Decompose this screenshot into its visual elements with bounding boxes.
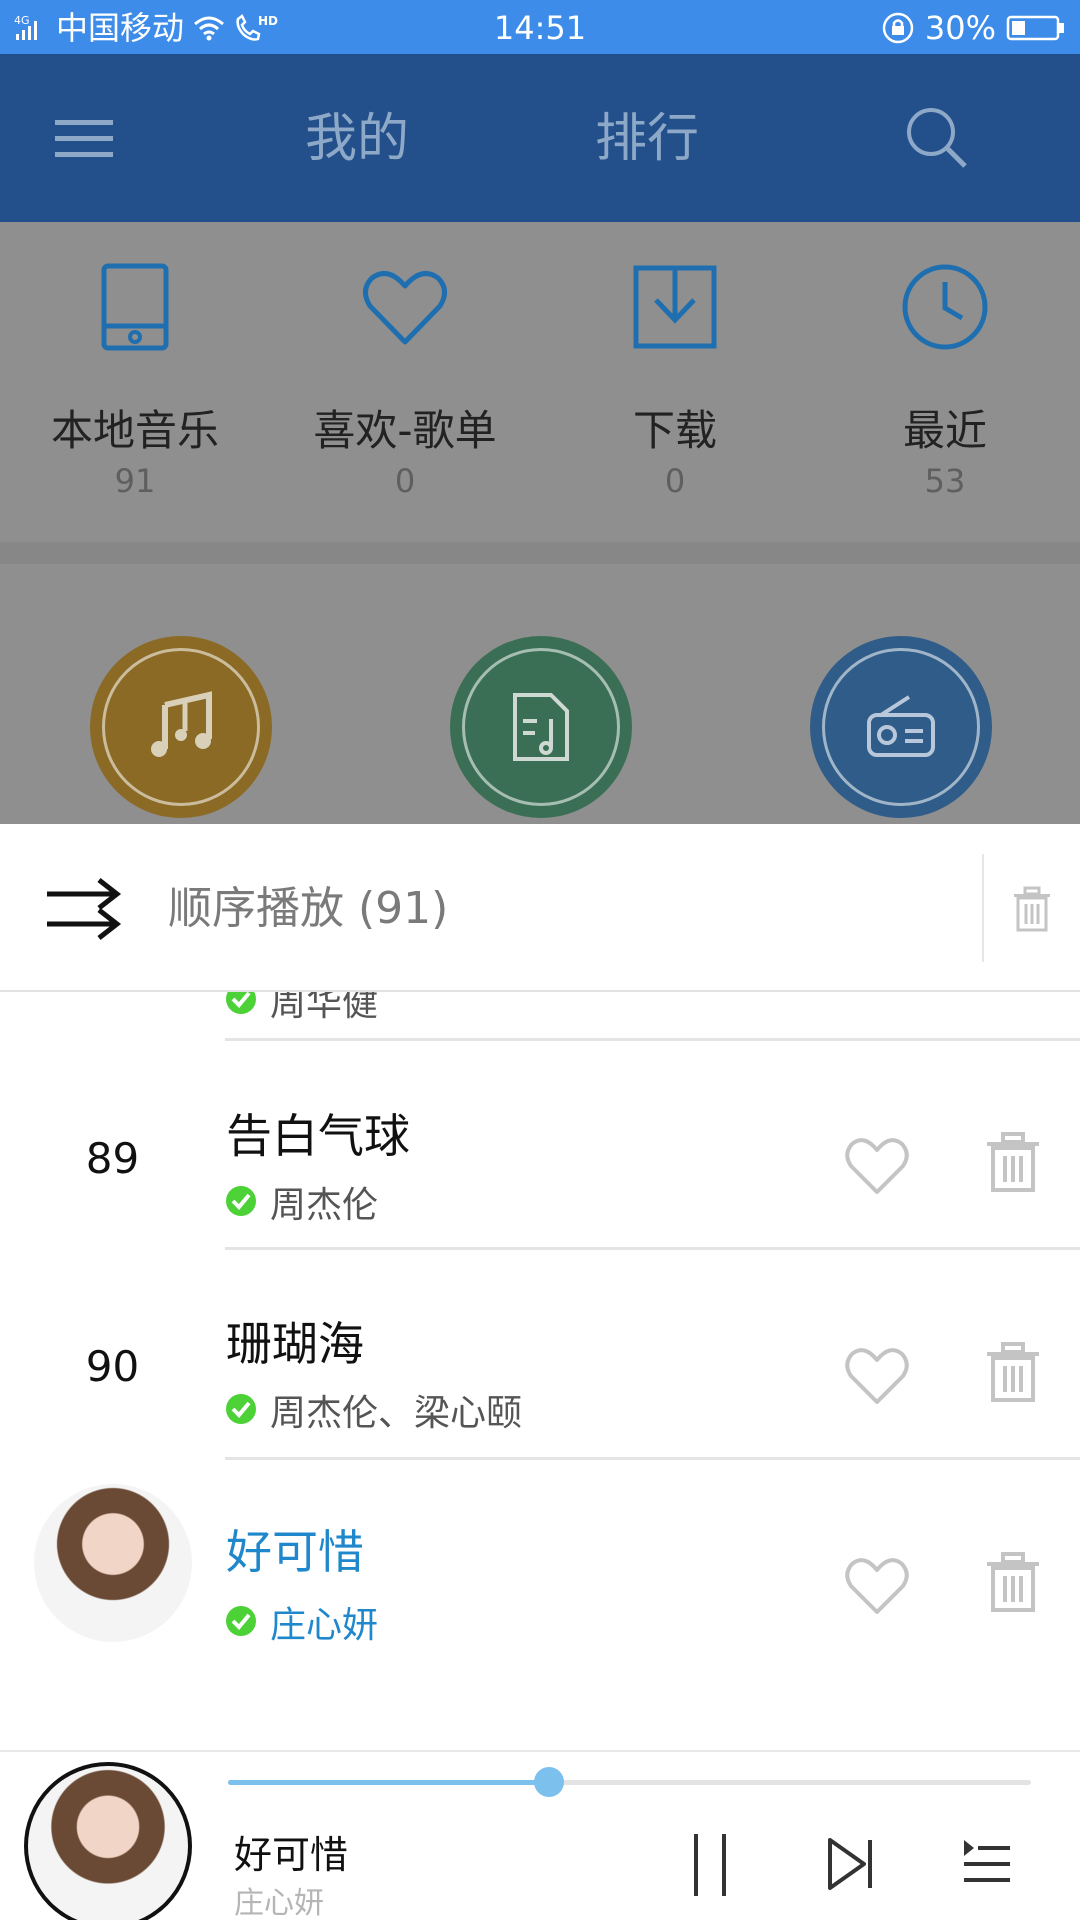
shortcut-count: 53 xyxy=(924,462,966,500)
song-title: 好可惜 xyxy=(226,1525,364,1579)
radio-icon xyxy=(867,695,935,757)
rotation-lock-icon xyxy=(882,12,914,44)
next-track-icon[interactable] xyxy=(826,1836,876,1892)
status-bar: 4G 中国移动 HD 14:51 30% xyxy=(0,0,1080,54)
tablet-icon xyxy=(101,263,169,351)
shortcut-count: 0 xyxy=(394,462,416,500)
song-title: 告白气球 xyxy=(226,1109,410,1163)
song-title: 珊瑚海 xyxy=(226,1317,364,1371)
header-divider xyxy=(982,854,984,962)
shortcut-label: 最近 xyxy=(902,406,987,455)
status-right: 30% xyxy=(881,8,1066,48)
shortcut-recent[interactable]: 最近 53 xyxy=(810,222,1080,542)
shortcut-favorites[interactable]: 喜欢-歌单 0 xyxy=(270,222,540,542)
song-artist: 周杰伦 xyxy=(270,1185,379,1226)
tab-rank[interactable]: 排行 xyxy=(595,104,699,174)
song-number: 89 xyxy=(85,1134,140,1183)
tab-mine[interactable]: 我的 xyxy=(305,104,409,174)
heart-icon xyxy=(363,271,447,345)
clear-playlist-icon[interactable] xyxy=(1012,886,1052,932)
playlist-row[interactable]: 90 珊瑚海 周杰伦、梁心颐 xyxy=(0,1250,1080,1460)
shortcut-count: 91 xyxy=(114,462,156,500)
battery-percent: 30% xyxy=(924,9,996,47)
downloaded-check-icon xyxy=(226,1606,256,1636)
shortcut-count: 0 xyxy=(664,462,686,500)
shortcut-grid: 本地音乐 91 喜欢-歌单 0 下载 0 最近 53 xyxy=(0,222,1080,542)
pause-icon[interactable] xyxy=(690,1832,730,1898)
shortcut-label: 喜欢-歌单 xyxy=(313,406,497,455)
favorite-heart-icon[interactable] xyxy=(843,1554,911,1616)
feature-circle-radio[interactable] xyxy=(810,636,992,818)
downloaded-check-icon xyxy=(226,1394,256,1424)
app-header: 我的 排行 xyxy=(0,54,1080,222)
favorite-heart-icon[interactable] xyxy=(843,1134,911,1196)
progress-fill xyxy=(228,1780,550,1785)
feature-circle-file[interactable] xyxy=(450,636,632,818)
shortcut-local-music[interactable]: 本地音乐 91 xyxy=(0,222,270,542)
artist-avatar xyxy=(34,1484,192,1642)
section-divider xyxy=(0,542,1080,564)
playlist-row-now-playing[interactable]: 好可惜 庄心妍 xyxy=(0,1460,1080,1670)
song-artist: 庄心妍 xyxy=(270,1605,379,1646)
clock-icon xyxy=(902,264,988,350)
feature-circle-music[interactable] xyxy=(90,636,272,818)
search-icon[interactable] xyxy=(905,104,969,174)
mini-player: 好可惜 庄心妍 xyxy=(0,1750,1080,1920)
menu-icon[interactable] xyxy=(55,114,113,164)
shortcut-download[interactable]: 下载 0 xyxy=(540,222,810,542)
shortcut-label: 本地音乐 xyxy=(50,406,219,455)
delete-song-icon[interactable] xyxy=(985,1552,1041,1612)
battery-icon xyxy=(1006,15,1064,41)
playlist-header: 顺序播放 (91) xyxy=(0,824,1080,992)
shortcut-label: 下载 xyxy=(632,406,717,455)
feature-circles xyxy=(0,564,1080,824)
music-file-icon xyxy=(513,693,569,761)
sequential-play-icon[interactable] xyxy=(45,876,123,942)
delete-song-icon[interactable] xyxy=(985,1132,1041,1192)
favorite-heart-icon[interactable] xyxy=(843,1344,911,1406)
song-artist: 周杰伦、梁心颐 xyxy=(270,1393,523,1434)
playlist-icon[interactable] xyxy=(962,1838,1012,1888)
downloaded-check-icon xyxy=(226,1186,256,1216)
song-number: 90 xyxy=(85,1342,140,1391)
now-playing-artist: 庄心妍 xyxy=(234,1886,324,1920)
playlist-sheet: 顺序播放 (91) 周华健 89 告白气球 周杰伦 90 珊瑚海 周杰伦、梁心颐… xyxy=(0,824,1080,1750)
now-playing-title: 好可惜 xyxy=(234,1833,349,1877)
download-icon xyxy=(633,265,717,349)
music-notes-icon xyxy=(151,691,212,757)
now-playing-cover[interactable] xyxy=(24,1762,192,1920)
play-mode-label[interactable]: 顺序播放 (91) xyxy=(168,879,448,939)
delete-song-icon[interactable] xyxy=(985,1342,1041,1402)
progress-slider[interactable] xyxy=(228,1767,1031,1797)
playlist-row[interactable]: 89 告白气球 周杰伦 xyxy=(0,1040,1080,1250)
progress-knob[interactable] xyxy=(534,1767,565,1797)
